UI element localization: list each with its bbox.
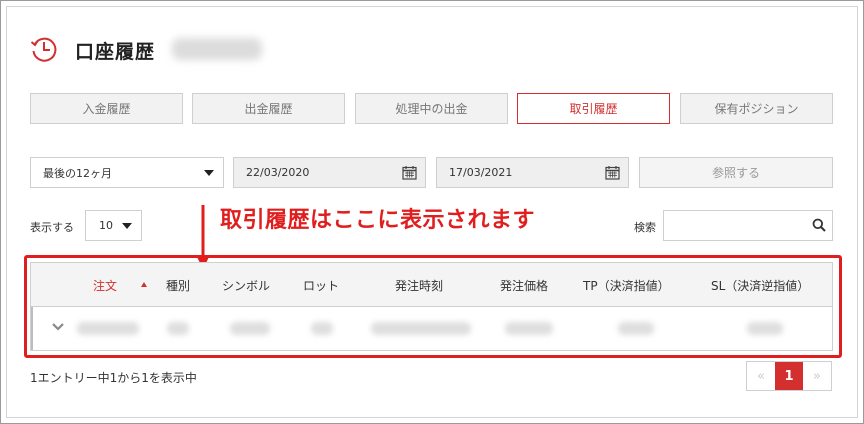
tab-deposit-history[interactable]: 入金履歴 — [30, 93, 183, 124]
table-row[interactable] — [31, 307, 832, 350]
blurred-cell — [747, 322, 783, 335]
pagination-prev-button[interactable]: « — [747, 362, 775, 390]
tab-trade-history[interactable]: 取引履歴 — [517, 93, 670, 124]
search-icon[interactable] — [812, 218, 826, 232]
pagination: « 1 » — [746, 361, 832, 391]
caret-down-icon — [122, 223, 132, 229]
column-header-order-time[interactable]: 発注時刻 — [395, 277, 443, 294]
reference-button[interactable]: 参照する — [639, 157, 833, 188]
page-title: 口座履歴 — [75, 41, 156, 63]
range-select-value: 最後の12ヶ月 — [43, 166, 112, 180]
column-header-lot[interactable]: ロット — [303, 277, 339, 294]
account-number-blurred — [172, 38, 262, 60]
search-input[interactable] — [664, 211, 804, 240]
trade-history-table: 注文 種別 シンボル ロット 発注時刻 発注価格 TP（決済指値） SL（決済逆… — [30, 262, 833, 351]
date-from-value: 22/03/2020 — [246, 166, 310, 179]
column-header-type[interactable]: 種別 — [166, 277, 190, 294]
column-header-order-price[interactable]: 発注価格 — [500, 277, 548, 294]
column-header-stop-loss[interactable]: SL（決済逆指値） — [711, 277, 809, 294]
chevron-down-icon[interactable] — [51, 322, 65, 332]
column-header-order[interactable]: 注文 — [93, 277, 117, 294]
date-from-field[interactable]: 22/03/2020 — [233, 157, 426, 188]
calendar-icon[interactable] — [402, 165, 417, 180]
page-size-value: 10 — [99, 219, 113, 232]
caret-down-icon — [204, 170, 214, 176]
tab-open-positions[interactable]: 保有ポジション — [680, 93, 833, 124]
annotation-text: 取引履歴はここに表示されます — [220, 208, 536, 233]
calendar-icon[interactable] — [605, 165, 620, 180]
sort-asc-icon — [141, 282, 147, 287]
pagination-page-1[interactable]: 1 — [775, 362, 803, 390]
tab-withdrawal-history[interactable]: 出金履歴 — [192, 93, 345, 124]
search-label: 検索 — [634, 221, 656, 234]
date-to-field[interactable]: 17/03/2021 — [436, 157, 629, 188]
blurred-cell — [371, 322, 471, 335]
show-entries-label: 表示する — [30, 221, 74, 234]
column-header-take-profit[interactable]: TP（決済指値） — [583, 277, 670, 294]
tab-pending-withdrawals[interactable]: 処理中の出金 — [355, 93, 508, 124]
blurred-cell — [167, 322, 189, 335]
entries-info: 1エントリー中1から1を表示中 — [30, 371, 197, 385]
blurred-cell — [77, 322, 139, 335]
date-to-value: 17/03/2021 — [449, 166, 513, 179]
history-tabs: 入金履歴 出金履歴 処理中の出金 取引履歴 保有ポジション — [30, 93, 833, 124]
search-field[interactable] — [663, 210, 833, 241]
blurred-cell — [505, 322, 553, 335]
pagination-next-button[interactable]: » — [803, 362, 831, 390]
page-size-select[interactable]: 10 — [85, 210, 142, 241]
blurred-cell — [618, 322, 654, 335]
blurred-cell — [230, 322, 270, 335]
column-header-symbol[interactable]: シンボル — [222, 277, 270, 294]
range-select[interactable]: 最後の12ヶ月 — [30, 157, 224, 188]
blurred-cell — [311, 322, 333, 335]
clock-history-icon — [30, 37, 57, 62]
table-header: 注文 種別 シンボル ロット 発注時刻 発注価格 TP（決済指値） SL（決済逆… — [31, 263, 832, 307]
